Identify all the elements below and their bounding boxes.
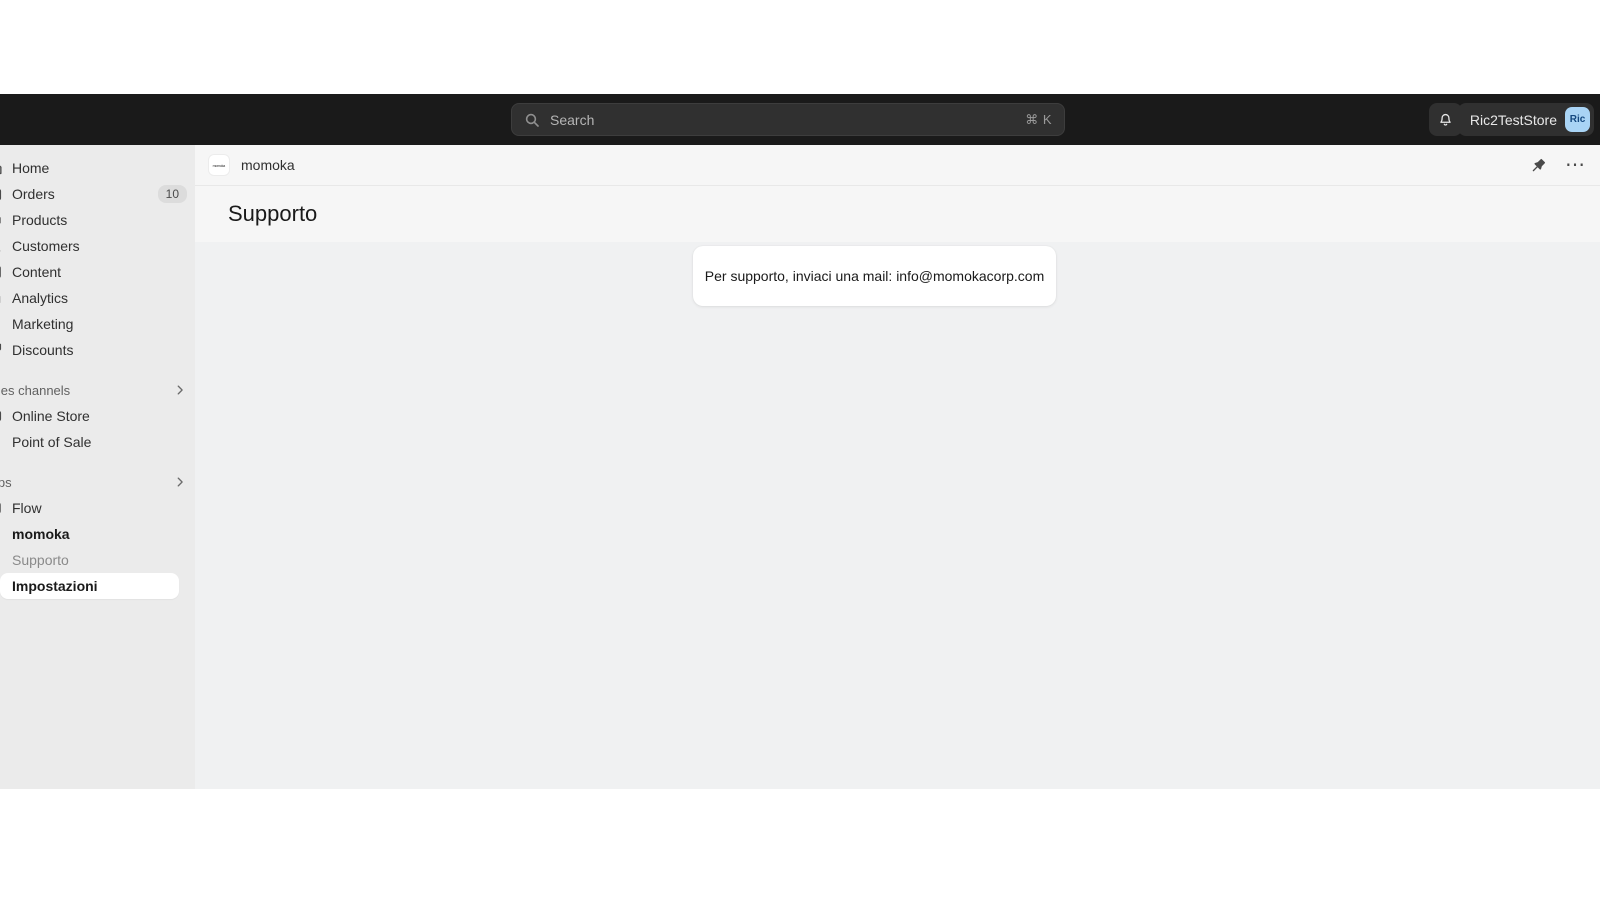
sidebar-item-label: Point of Sale <box>12 434 92 450</box>
sidebar-item-label: Flow <box>12 500 42 516</box>
sidebar-item-label: momoka <box>12 526 70 542</box>
discounts-icon <box>0 341 4 359</box>
page-content: Per supporto, inviaci una mail: info@mom… <box>195 242 1600 788</box>
search-placeholder: Search <box>550 111 595 128</box>
browser-viewport: Search ⌘ K Ric2TestStore Ric Home Orders… <box>0 94 1600 789</box>
sidebar-item-momoka[interactable]: momoka <box>0 521 187 547</box>
flow-icon <box>0 499 4 517</box>
sidebar-section-apps[interactable]: Apps <box>0 469 187 495</box>
sidebar-item-orders[interactable]: Orders 10 <box>0 181 187 207</box>
sidebar-item-label: Online Store <box>12 408 90 424</box>
sidebar-item-content[interactable]: Content <box>0 259 187 285</box>
search-icon <box>524 112 540 128</box>
marketing-icon <box>0 315 4 333</box>
sidebar: Home Orders 10 Products Customers Conten… <box>0 145 195 789</box>
store-name: Ric2TestStore <box>1469 111 1557 128</box>
search-input[interactable]: Search ⌘ K <box>511 103 1065 136</box>
momoka-icon <box>0 525 4 543</box>
sidebar-item-point-of-sale[interactable]: Point of Sale <box>0 429 187 455</box>
app-logo-icon: momoka <box>209 155 229 175</box>
sidebar-section-sales-channels[interactable]: Sales channels <box>0 377 187 403</box>
sidebar-item-label: Impostazioni <box>12 578 98 594</box>
breadcrumb-actions: ⋯ <box>1530 155 1586 175</box>
sidebar-item-label: Home <box>12 160 50 176</box>
store-account-button[interactable]: Ric2TestStore Ric <box>1457 103 1594 136</box>
page-header: Supporto <box>195 186 1600 242</box>
support-card-text: Per supporto, inviaci una mail: info@mom… <box>704 268 1045 284</box>
sidebar-item-discounts[interactable]: Discounts <box>0 337 187 363</box>
app-logo-text: momoka <box>212 162 226 168</box>
support-card: Per supporto, inviaci una mail: info@mom… <box>693 246 1056 306</box>
orders-badge: 10 <box>157 184 187 204</box>
more-horizontal-icon[interactable]: ⋯ <box>1565 155 1586 175</box>
arrow-right-icon <box>0 577 4 595</box>
sidebar-section-label: Apps <box>0 474 12 490</box>
sidebar-item-label: Orders <box>12 186 55 202</box>
breadcrumb: momoka momoka ⋯ <box>195 145 1600 186</box>
sidebar-item-label: Discounts <box>12 342 74 358</box>
sidebar-item-marketing[interactable]: Marketing <box>0 311 187 337</box>
main-panel: momoka momoka ⋯ Supporto Per supporto, i… <box>195 145 1600 789</box>
sidebar-item-analytics[interactable]: Analytics <box>0 285 187 311</box>
orders-icon <box>0 185 4 203</box>
content-icon <box>0 263 4 281</box>
sidebar-item-impostazioni[interactable]: Impostazioni <box>0 573 179 599</box>
bell-icon <box>1437 111 1454 128</box>
sidebar-item-flow[interactable]: Flow <box>0 495 187 521</box>
sidebar-item-label: Content <box>12 264 62 280</box>
sidebar-item-products[interactable]: Products <box>0 207 187 233</box>
pin-icon[interactable] <box>1530 157 1547 174</box>
sidebar-item-home[interactable]: Home <box>0 155 187 181</box>
sidebar-item-online-store[interactable]: Online Store <box>0 403 187 429</box>
breadcrumb-app-name: momoka <box>241 157 295 173</box>
sidebar-item-supporto[interactable]: Supporto <box>0 547 187 573</box>
sidebar-item-label: Marketing <box>12 316 74 332</box>
page-title: Supporto <box>228 201 318 226</box>
customers-icon <box>0 237 4 255</box>
point-of-sale-icon <box>0 433 4 451</box>
avatar: Ric <box>1565 107 1590 132</box>
top-bar: Search ⌘ K Ric2TestStore Ric <box>0 94 1600 145</box>
search-shortcut-hint: ⌘ K <box>1025 111 1052 127</box>
sidebar-section-label: Sales channels <box>0 382 71 398</box>
home-icon <box>0 159 4 177</box>
sidebar-item-label: Supporto <box>12 552 69 568</box>
chevron-right-icon <box>173 475 187 489</box>
sidebar-item-label: Products <box>12 212 68 228</box>
analytics-icon <box>0 289 4 307</box>
sidebar-item-label: Analytics <box>12 290 69 306</box>
sidebar-item-customers[interactable]: Customers <box>0 233 187 259</box>
chevron-right-icon <box>173 383 187 397</box>
products-icon <box>0 211 4 229</box>
online-store-icon <box>0 407 4 425</box>
sidebar-item-label: Customers <box>12 238 80 254</box>
